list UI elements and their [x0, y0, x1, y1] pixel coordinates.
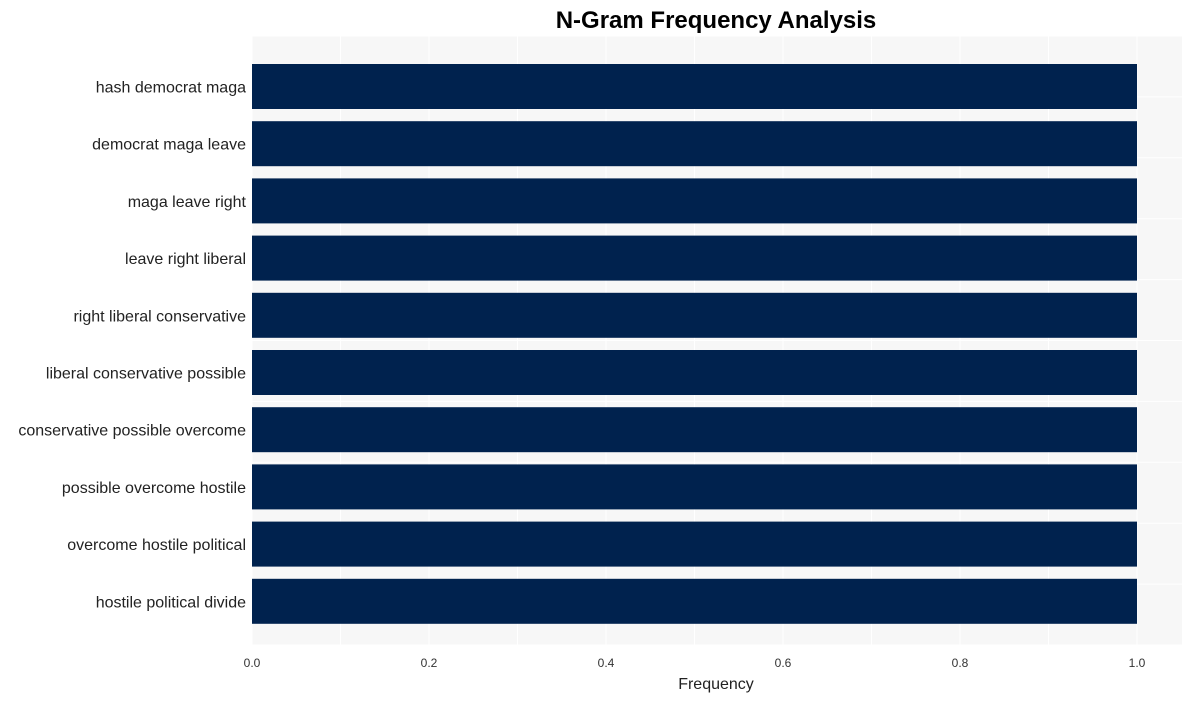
bar [252, 407, 1137, 453]
y-tick-label: liberal conservative possible [46, 366, 246, 383]
x-tick-label: 0.4 [598, 656, 615, 670]
bar [252, 350, 1137, 395]
y-tick-label: leave right liberal [125, 251, 246, 268]
x-tick-label: 0.2 [421, 656, 438, 670]
x-axis-ticks: 0.0 0.2 0.4 0.6 0.8 1.0 [244, 656, 1146, 670]
bar [252, 178, 1137, 224]
y-axis-labels: hash democrat maga democrat maga leave mag… [18, 80, 246, 612]
y-tick-label: overcome hostile political [67, 537, 246, 554]
x-tick-label: 1.0 [1129, 656, 1146, 670]
y-tick-label: hash democrat maga [96, 80, 246, 97]
y-tick-label: maga leave right [128, 194, 247, 211]
bar [252, 521, 1137, 567]
x-tick-label: 0.8 [952, 656, 969, 670]
y-tick-label: right liberal conservative [73, 308, 246, 325]
bar [252, 121, 1137, 167]
bar [252, 578, 1137, 624]
x-axis-label: Frequency [678, 676, 754, 693]
bar [252, 292, 1137, 338]
bar [252, 64, 1137, 109]
bar [252, 464, 1137, 510]
bar [252, 235, 1137, 281]
y-tick-label: possible overcome hostile [62, 480, 246, 497]
x-tick-label: 0.0 [244, 656, 261, 670]
chart-title: N-Gram Frequency Analysis [556, 7, 877, 34]
chart: N-Gram Frequency Analysis hash democrat … [18, 7, 1182, 693]
y-tick-label: conservative possible overcome [18, 423, 246, 440]
x-tick-label: 0.6 [775, 656, 792, 670]
y-tick-label: democrat maga leave [92, 137, 246, 154]
y-tick-label: hostile political divide [96, 594, 246, 611]
